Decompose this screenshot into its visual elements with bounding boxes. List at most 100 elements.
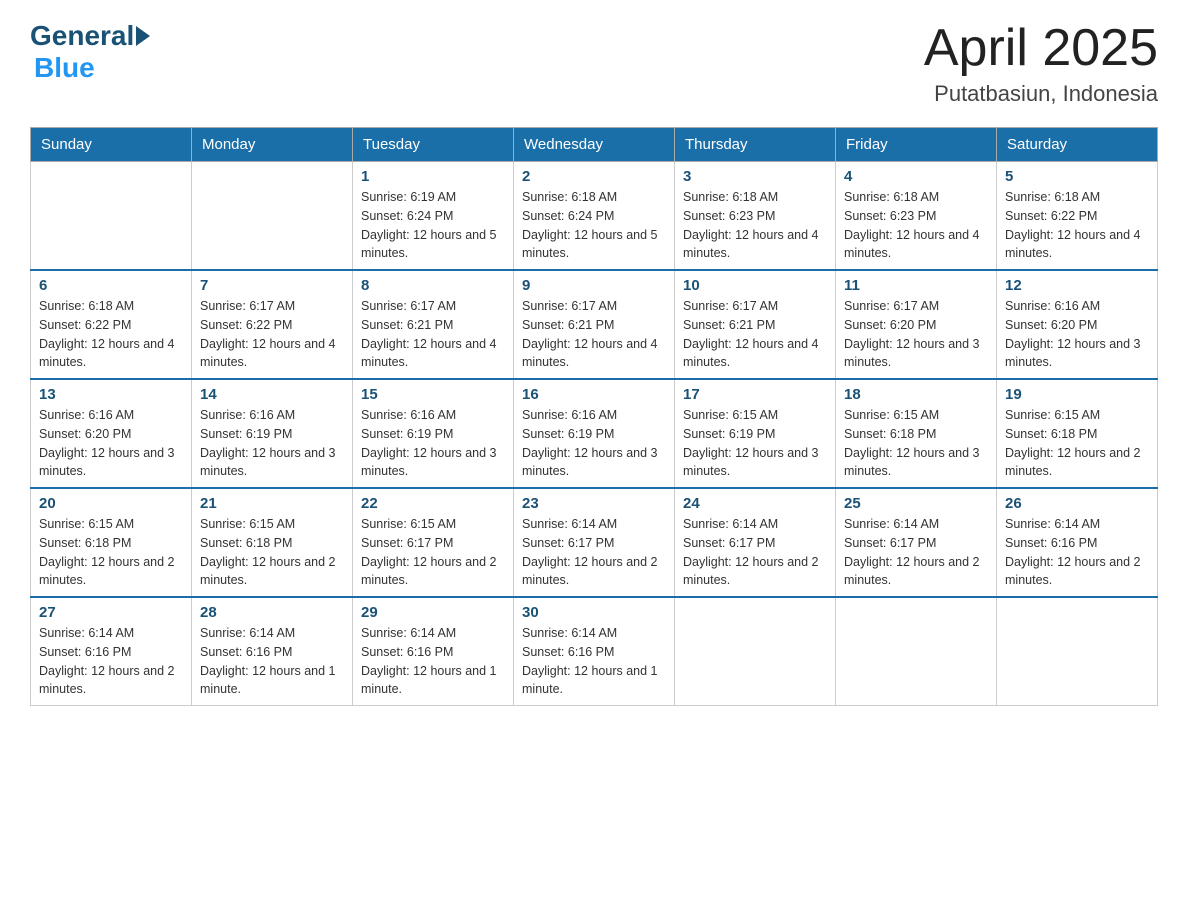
day-info: Sunrise: 6:15 AMSunset: 6:18 PMDaylight:… bbox=[1005, 406, 1149, 481]
day-info: Sunrise: 6:17 AMSunset: 6:21 PMDaylight:… bbox=[361, 297, 505, 372]
table-row: 28 Sunrise: 6:14 AMSunset: 6:16 PMDayligh… bbox=[192, 597, 353, 706]
day-number: 28 bbox=[200, 604, 344, 621]
calendar-week-row: 27 Sunrise: 6:14 AMSunset: 6:16 PMDayligh… bbox=[31, 597, 1158, 706]
table-row: 19Sunrise: 6:15 AMSunset: 6:18 PMDayligh… bbox=[997, 379, 1158, 488]
day-info: Sunrise: 6:18 AMSunset: 6:23 PMDaylight:… bbox=[683, 188, 827, 263]
table-row: 27 Sunrise: 6:14 AMSunset: 6:16 PMDayligh… bbox=[31, 597, 192, 706]
table-row: 17Sunrise: 6:15 AMSunset: 6:19 PMDayligh… bbox=[675, 379, 836, 488]
day-number: 27 bbox=[39, 604, 183, 621]
day-info: Sunrise: 6:16 AMSunset: 6:20 PMDaylight:… bbox=[1005, 297, 1149, 372]
col-friday: Friday bbox=[836, 128, 997, 162]
day-number: 8 bbox=[361, 277, 505, 294]
day-info: Sunrise: 6:17 AMSunset: 6:20 PMDaylight:… bbox=[844, 297, 988, 372]
col-sunday: Sunday bbox=[31, 128, 192, 162]
day-number: 10 bbox=[683, 277, 827, 294]
logo-general: General bbox=[30, 20, 134, 52]
day-info: Sunrise: 6:18 AMSunset: 6:23 PMDaylight:… bbox=[844, 188, 988, 263]
table-row: 24 Sunrise: 6:14 AMSunset: 6:17 PMDayligh… bbox=[675, 488, 836, 597]
day-number: 25 bbox=[844, 495, 988, 512]
day-number: 30 bbox=[522, 604, 666, 621]
day-number: 13 bbox=[39, 386, 183, 403]
calendar-week-row: 6 Sunrise: 6:18 AMSunset: 6:22 PMDaylight… bbox=[31, 270, 1158, 379]
table-row: 26 Sunrise: 6:14 AMSunset: 6:16 PMDayligh… bbox=[997, 488, 1158, 597]
day-info: Sunrise: 6:14 AMSunset: 6:16 PMDaylight:… bbox=[39, 624, 183, 699]
table-row: 4 Sunrise: 6:18 AMSunset: 6:23 PMDaylight… bbox=[836, 162, 997, 271]
day-info: Sunrise: 6:18 AMSunset: 6:22 PMDaylight:… bbox=[1005, 188, 1149, 263]
day-info: Sunrise: 6:14 AMSunset: 6:16 PMDaylight:… bbox=[361, 624, 505, 699]
day-info: Sunrise: 6:16 AMSunset: 6:19 PMDaylight:… bbox=[361, 406, 505, 481]
col-monday: Monday bbox=[192, 128, 353, 162]
table-row: 11 Sunrise: 6:17 AMSunset: 6:20 PMDayligh… bbox=[836, 270, 997, 379]
day-info: Sunrise: 6:16 AMSunset: 6:19 PMDaylight:… bbox=[200, 406, 344, 481]
day-number: 26 bbox=[1005, 495, 1149, 512]
col-saturday: Saturday bbox=[997, 128, 1158, 162]
day-number: 15 bbox=[361, 386, 505, 403]
table-row: 25 Sunrise: 6:14 AMSunset: 6:17 PMDayligh… bbox=[836, 488, 997, 597]
table-row bbox=[997, 597, 1158, 706]
month-title: April 2025 bbox=[924, 20, 1158, 77]
table-row: 8 Sunrise: 6:17 AMSunset: 6:21 PMDaylight… bbox=[353, 270, 514, 379]
day-number: 11 bbox=[844, 277, 988, 294]
day-info: Sunrise: 6:17 AMSunset: 6:21 PMDaylight:… bbox=[522, 297, 666, 372]
day-number: 21 bbox=[200, 495, 344, 512]
table-row: 20Sunrise: 6:15 AMSunset: 6:18 PMDayligh… bbox=[31, 488, 192, 597]
table-row bbox=[31, 162, 192, 271]
table-row: 9 Sunrise: 6:17 AMSunset: 6:21 PMDaylight… bbox=[514, 270, 675, 379]
calendar-week-row: 20Sunrise: 6:15 AMSunset: 6:18 PMDayligh… bbox=[31, 488, 1158, 597]
table-row: 6 Sunrise: 6:18 AMSunset: 6:22 PMDaylight… bbox=[31, 270, 192, 379]
day-number: 3 bbox=[683, 168, 827, 185]
table-row: 2 Sunrise: 6:18 AMSunset: 6:24 PMDaylight… bbox=[514, 162, 675, 271]
col-thursday: Thursday bbox=[675, 128, 836, 162]
day-number: 7 bbox=[200, 277, 344, 294]
day-info: Sunrise: 6:14 AMSunset: 6:17 PMDaylight:… bbox=[844, 515, 988, 590]
table-row bbox=[192, 162, 353, 271]
table-row: 5 Sunrise: 6:18 AMSunset: 6:22 PMDaylight… bbox=[997, 162, 1158, 271]
calendar-table: Sunday Monday Tuesday Wednesday Thursday… bbox=[30, 127, 1158, 706]
day-info: Sunrise: 6:15 AMSunset: 6:17 PMDaylight:… bbox=[361, 515, 505, 590]
table-row: 7 Sunrise: 6:17 AMSunset: 6:22 PMDaylight… bbox=[192, 270, 353, 379]
table-row: 10Sunrise: 6:17 AMSunset: 6:21 PMDayligh… bbox=[675, 270, 836, 379]
calendar-header-row: Sunday Monday Tuesday Wednesday Thursday… bbox=[31, 128, 1158, 162]
day-info: Sunrise: 6:14 AMSunset: 6:16 PMDaylight:… bbox=[200, 624, 344, 699]
day-info: Sunrise: 6:15 AMSunset: 6:18 PMDaylight:… bbox=[200, 515, 344, 590]
table-row bbox=[675, 597, 836, 706]
day-number: 9 bbox=[522, 277, 666, 294]
table-row: 30 Sunrise: 6:14 AMSunset: 6:16 PMDayligh… bbox=[514, 597, 675, 706]
day-info: Sunrise: 6:14 AMSunset: 6:17 PMDaylight:… bbox=[683, 515, 827, 590]
day-info: Sunrise: 6:18 AMSunset: 6:24 PMDaylight:… bbox=[522, 188, 666, 263]
col-wednesday: Wednesday bbox=[514, 128, 675, 162]
logo-blue: Blue bbox=[34, 52, 95, 83]
day-number: 17 bbox=[683, 386, 827, 403]
table-row: 23Sunrise: 6:14 AMSunset: 6:17 PMDayligh… bbox=[514, 488, 675, 597]
col-tuesday: Tuesday bbox=[353, 128, 514, 162]
calendar-week-row: 1Sunrise: 6:19 AMSunset: 6:24 PMDaylight… bbox=[31, 162, 1158, 271]
table-row: 12Sunrise: 6:16 AMSunset: 6:20 PMDayligh… bbox=[997, 270, 1158, 379]
day-number: 4 bbox=[844, 168, 988, 185]
table-row: 3 Sunrise: 6:18 AMSunset: 6:23 PMDaylight… bbox=[675, 162, 836, 271]
day-info: Sunrise: 6:14 AMSunset: 6:17 PMDaylight:… bbox=[522, 515, 666, 590]
table-row bbox=[836, 597, 997, 706]
day-info: Sunrise: 6:14 AMSunset: 6:16 PMDaylight:… bbox=[522, 624, 666, 699]
table-row: 14Sunrise: 6:16 AMSunset: 6:19 PMDayligh… bbox=[192, 379, 353, 488]
table-row: 18 Sunrise: 6:15 AMSunset: 6:18 PMDayligh… bbox=[836, 379, 997, 488]
calendar-week-row: 13Sunrise: 6:16 AMSunset: 6:20 PMDayligh… bbox=[31, 379, 1158, 488]
table-row: 29 Sunrise: 6:14 AMSunset: 6:16 PMDayligh… bbox=[353, 597, 514, 706]
day-info: Sunrise: 6:14 AMSunset: 6:16 PMDaylight:… bbox=[1005, 515, 1149, 590]
logo-arrow-icon bbox=[136, 26, 150, 46]
table-row: 21 Sunrise: 6:15 AMSunset: 6:18 PMDayligh… bbox=[192, 488, 353, 597]
day-number: 29 bbox=[361, 604, 505, 621]
day-number: 5 bbox=[1005, 168, 1149, 185]
day-info: Sunrise: 6:15 AMSunset: 6:18 PMDaylight:… bbox=[844, 406, 988, 481]
table-row: 15 Sunrise: 6:16 AMSunset: 6:19 PMDayligh… bbox=[353, 379, 514, 488]
day-info: Sunrise: 6:16 AMSunset: 6:19 PMDaylight:… bbox=[522, 406, 666, 481]
day-info: Sunrise: 6:19 AMSunset: 6:24 PMDaylight:… bbox=[361, 188, 505, 263]
day-info: Sunrise: 6:15 AMSunset: 6:18 PMDaylight:… bbox=[39, 515, 183, 590]
day-number: 18 bbox=[844, 386, 988, 403]
day-number: 24 bbox=[683, 495, 827, 512]
day-number: 2 bbox=[522, 168, 666, 185]
day-info: Sunrise: 6:18 AMSunset: 6:22 PMDaylight:… bbox=[39, 297, 183, 372]
logo: General Blue bbox=[30, 20, 152, 84]
logo-text: General bbox=[30, 20, 152, 52]
day-number: 6 bbox=[39, 277, 183, 294]
day-info: Sunrise: 6:17 AMSunset: 6:22 PMDaylight:… bbox=[200, 297, 344, 372]
